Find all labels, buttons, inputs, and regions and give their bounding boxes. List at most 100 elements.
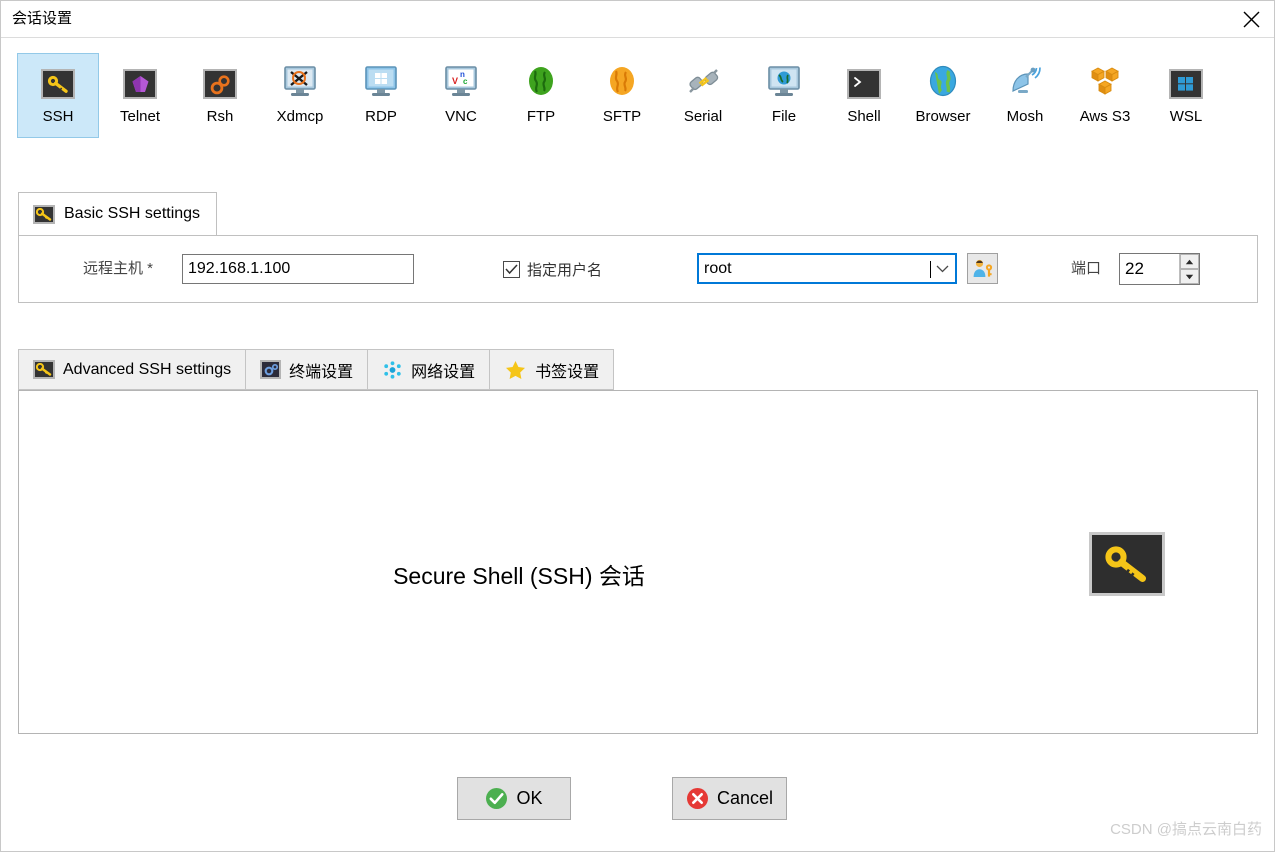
protocol-icon-wrap bbox=[924, 65, 962, 103]
session-settings-dialog: 会话设置 SSH Telnet Rsh Xdmcp RDP V n c VNC … bbox=[0, 0, 1275, 852]
protocol-tile-serial[interactable]: Serial bbox=[662, 53, 744, 138]
protocol-icon-wrap bbox=[281, 65, 319, 103]
terminal-gear-icon bbox=[260, 360, 282, 379]
protocol-tile-label: Shell bbox=[847, 108, 881, 125]
advanced-tab-label: 终端设置 bbox=[289, 363, 354, 381]
port-value: 22 bbox=[1125, 259, 1144, 278]
protocol-icon-wrap bbox=[684, 65, 722, 103]
cancel-button[interactable]: Cancel bbox=[672, 777, 787, 820]
check-icon bbox=[505, 264, 518, 275]
key-icon bbox=[33, 360, 55, 379]
ssh-key-icon bbox=[1089, 532, 1165, 596]
ok-button[interactable]: OK bbox=[457, 777, 571, 820]
protocol-tile-telnet[interactable]: Telnet bbox=[99, 53, 181, 138]
protocol-tile-ssh[interactable]: SSH bbox=[17, 53, 99, 138]
protocol-tile-label: VNC bbox=[445, 108, 477, 125]
basic-settings-tab-row: Basic SSH settings bbox=[18, 192, 1258, 236]
ok-button-label: OK bbox=[516, 788, 543, 808]
advanced-tab-3[interactable]: 书签设置 bbox=[490, 349, 615, 390]
protocol-tile-label: File bbox=[771, 108, 797, 125]
serial-plug-icon bbox=[686, 65, 720, 103]
star-icon bbox=[504, 359, 527, 380]
advanced-tab-label: Advanced SSH settings bbox=[63, 360, 232, 378]
protocol-icon-wrap: V n c bbox=[442, 65, 480, 103]
protocol-tile-label: FTP bbox=[526, 108, 556, 125]
xdmcp-monitor-icon bbox=[282, 65, 318, 103]
protocol-tile-shell[interactable]: Shell bbox=[823, 53, 905, 138]
check-circle-icon bbox=[486, 788, 508, 809]
protocol-tile-wsl[interactable]: WSL bbox=[1145, 53, 1227, 138]
close-button[interactable] bbox=[1228, 1, 1274, 37]
protocol-icon-wrap bbox=[1086, 65, 1124, 103]
protocol-tile-label: Xdmcp bbox=[276, 108, 324, 125]
rdp-windows-icon bbox=[363, 65, 399, 103]
watermark: CSDN @搞点云南白药 bbox=[1110, 821, 1262, 838]
protocol-tile-vnc[interactable]: V n c VNC bbox=[420, 53, 502, 138]
protocol-tile-browser[interactable]: Browser bbox=[902, 53, 984, 138]
caret-down-icon bbox=[1185, 274, 1194, 279]
svg-text:V: V bbox=[452, 76, 458, 86]
protocol-toolbar: SSH Telnet Rsh Xdmcp RDP V n c VNC FTP S… bbox=[1, 46, 1274, 151]
protocol-tile-label: SFTP bbox=[602, 108, 642, 125]
protocol-tile-rsh[interactable]: Rsh bbox=[179, 53, 261, 138]
advanced-tab-1[interactable]: 终端设置 bbox=[246, 349, 369, 390]
protocol-tile-label: Aws S3 bbox=[1079, 108, 1131, 125]
close-icon bbox=[1243, 11, 1259, 27]
page-title: 会话设置 bbox=[12, 10, 73, 27]
ssh-key-icon bbox=[41, 69, 75, 99]
sftp-orange-globe-icon bbox=[606, 65, 638, 103]
rsh-gears-icon bbox=[203, 69, 237, 99]
port-spinner[interactable]: 22 bbox=[1119, 253, 1200, 285]
port-label: 端口 bbox=[1071, 260, 1102, 277]
protocol-tile-aws-s3[interactable]: Aws S3 bbox=[1064, 53, 1146, 138]
vnc-monitor-icon: V n c bbox=[443, 65, 479, 103]
protocol-tile-rdp[interactable]: RDP bbox=[340, 53, 422, 138]
protocol-icon-wrap bbox=[603, 65, 641, 103]
remote-host-input[interactable] bbox=[182, 254, 414, 284]
protocol-icon-wrap bbox=[845, 65, 883, 103]
mosh-satellite-icon bbox=[1008, 65, 1042, 103]
specify-username-checkbox[interactable]: 指定用户名 bbox=[503, 259, 602, 280]
select-user-button[interactable] bbox=[967, 253, 998, 284]
protocol-tile-label: Telnet bbox=[119, 108, 161, 125]
protocol-tile-label: Browser bbox=[915, 108, 971, 125]
username-combobox[interactable]: root bbox=[697, 253, 957, 284]
advanced-tab-row: Advanced SSH settings 终端设置 网络设置 书签设置 bbox=[18, 349, 615, 390]
checkbox-box bbox=[503, 261, 520, 278]
protocol-icon-wrap bbox=[522, 65, 560, 103]
protocol-icon-wrap bbox=[1006, 65, 1044, 103]
protocol-tile-label: Serial bbox=[683, 108, 723, 125]
shell-prompt-icon bbox=[847, 69, 881, 99]
chevron-down-icon[interactable] bbox=[929, 265, 955, 273]
protocol-tile-file[interactable]: File bbox=[743, 53, 825, 138]
specify-username-label: 指定用户名 bbox=[527, 262, 603, 279]
protocol-tile-label: Mosh bbox=[1006, 108, 1044, 125]
advanced-tab-label: 书签设置 bbox=[535, 363, 600, 381]
advanced-tab-0[interactable]: Advanced SSH settings bbox=[18, 349, 247, 390]
protocol-icon-wrap bbox=[39, 65, 77, 103]
basic-settings-panel: 远程主机 * 指定用户名 root bbox=[18, 235, 1258, 303]
session-type-text: Secure Shell (SSH) 会话 bbox=[393, 563, 645, 589]
key-icon bbox=[33, 204, 55, 224]
protocol-icon-wrap bbox=[121, 65, 159, 103]
title-bar: 会话设置 bbox=[1, 1, 1274, 38]
user-key-icon bbox=[973, 259, 992, 277]
protocol-tile-label: RDP bbox=[365, 108, 397, 125]
protocol-tile-mosh[interactable]: Mosh bbox=[984, 53, 1066, 138]
protocol-tile-label: SSH bbox=[42, 108, 74, 125]
file-monitor-globe-icon bbox=[766, 65, 802, 103]
protocol-icon-wrap bbox=[1167, 65, 1205, 103]
protocol-tile-xdmcp[interactable]: Xdmcp bbox=[259, 53, 341, 138]
port-increment-button[interactable] bbox=[1180, 254, 1199, 269]
advanced-tab-2[interactable]: 网络设置 bbox=[368, 349, 491, 390]
protocol-tile-sftp[interactable]: SFTP bbox=[581, 53, 663, 138]
x-circle-icon bbox=[686, 788, 708, 809]
tab-basic-ssh-settings-label: Basic SSH settings bbox=[64, 205, 201, 222]
wsl-windows-icon bbox=[1169, 69, 1203, 99]
cancel-button-label: Cancel bbox=[716, 788, 774, 808]
ftp-green-globe-icon bbox=[525, 65, 557, 103]
protocol-tile-label: WSL bbox=[1169, 108, 1203, 125]
protocol-tile-ftp[interactable]: FTP bbox=[500, 53, 582, 138]
tab-basic-ssh-settings[interactable]: Basic SSH settings bbox=[18, 192, 218, 235]
port-decrement-button[interactable] bbox=[1180, 269, 1199, 284]
